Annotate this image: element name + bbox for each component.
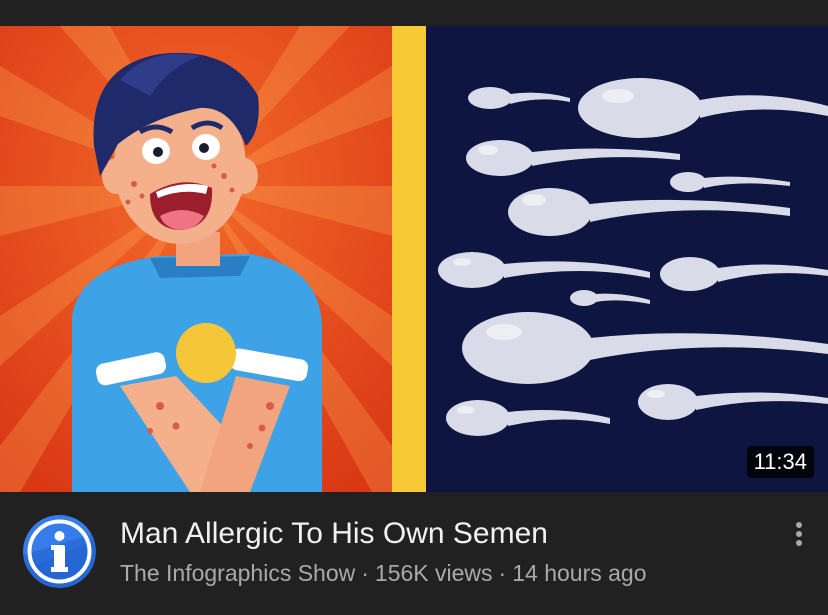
video-thumbnail[interactable]: 11:34	[0, 26, 828, 492]
info-icon	[23, 515, 96, 588]
duration-badge: 11:34	[746, 446, 814, 478]
more-vertical-icon	[796, 540, 802, 546]
separator: ·	[361, 560, 369, 586]
video-title[interactable]: Man Allergic To His Own Semen	[120, 516, 760, 552]
top-bar	[0, 0, 828, 26]
video-meta: Man Allergic To His Own Semen The Infogr…	[0, 492, 828, 615]
channel-name[interactable]: The Infographics Show	[120, 560, 355, 586]
upload-age: 14 hours ago	[512, 560, 647, 586]
view-count: 156K views	[374, 560, 493, 586]
more-options-button[interactable]	[786, 518, 812, 550]
channel-avatar[interactable]	[23, 515, 96, 588]
video-subline: The Infographics Show · 156K views · 14 hour…	[120, 558, 780, 588]
more-vertical-icon	[796, 522, 802, 528]
video-card: 11:34 Man Allergic To His Own Semen The …	[0, 0, 828, 615]
thumbnail-illustration	[0, 26, 828, 492]
more-vertical-icon	[796, 531, 802, 537]
separator: ·	[498, 560, 507, 586]
